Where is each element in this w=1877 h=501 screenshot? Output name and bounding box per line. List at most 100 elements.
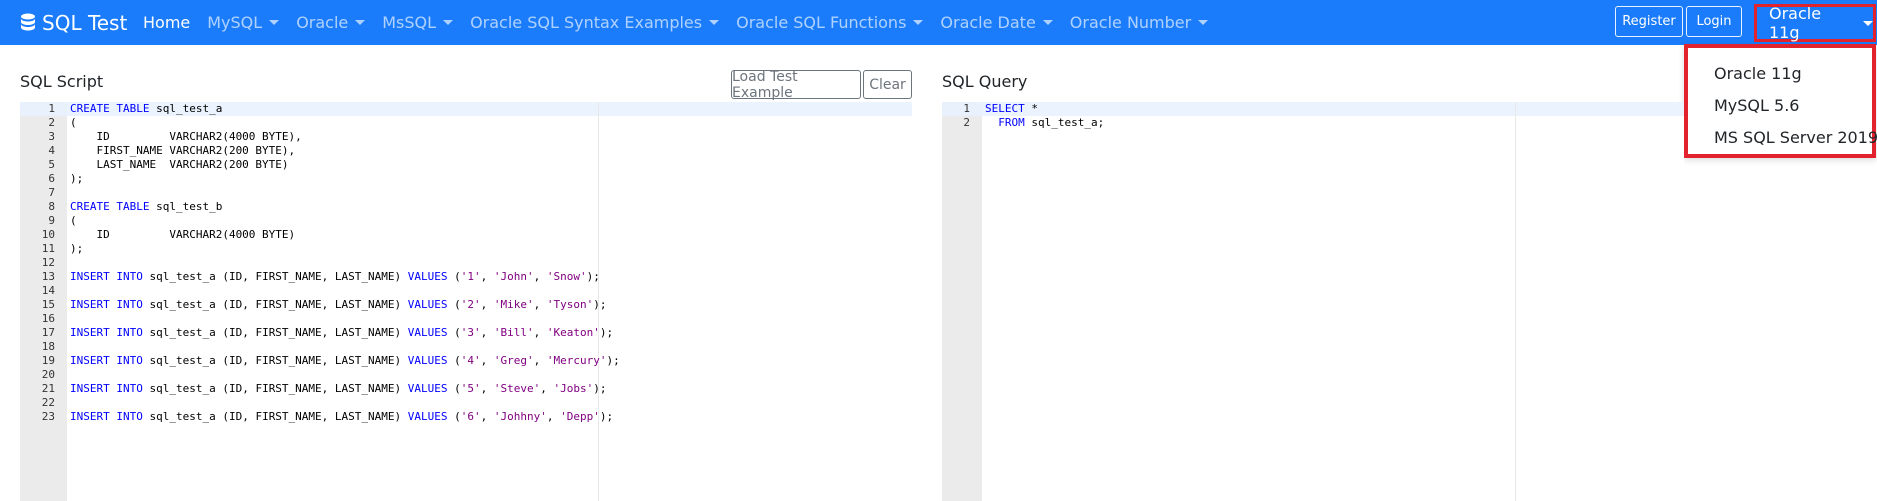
nav-oracle-menu[interactable]: Oracle [296, 13, 366, 32]
nav-oracle-functions-menu[interactable]: Oracle SQL Functions [736, 13, 924, 32]
code-line: 18 [20, 340, 912, 354]
clear-button[interactable]: Clear [863, 70, 912, 99]
line-number: 10 [41, 228, 55, 241]
code-text: INSERT INTO sql_test_a (ID, FIRST_NAME, … [70, 410, 614, 423]
code-text: ); [70, 242, 84, 255]
line-number: 17 [41, 326, 55, 339]
sql-query-editor[interactable]: 1 SELECT * 2 FROM sql_test_a; [942, 102, 1684, 501]
line-number: 20 [41, 368, 55, 381]
caret-down-icon [1042, 20, 1053, 25]
line-number: 8 [48, 200, 55, 213]
code-text: CREATE TABLE sql_test_a [70, 102, 223, 115]
database-dropdown-menu: Oracle 11g MySQL 5.6 MS SQL Server 2019 [1684, 44, 1877, 158]
caret-down-icon [443, 20, 454, 25]
caret-down-icon [355, 20, 366, 25]
line-number: 13 [41, 270, 55, 283]
line-number: 7 [48, 186, 55, 199]
line-number: 3 [48, 130, 55, 143]
code-line: 8 CREATE TABLE sql_test_b [20, 200, 912, 214]
line-number: 23 [41, 410, 55, 423]
code-line: 11); [20, 242, 912, 256]
code-line: 23 INSERT INTO sql_test_a (ID, FIRST_NAME… [20, 410, 912, 424]
line-number: 14 [41, 284, 55, 297]
line-number: 12 [41, 256, 55, 269]
code-text: LAST_NAME VARCHAR2(200 BYTE) [70, 158, 289, 171]
code-text: FROM sql_test_a; [998, 116, 1105, 129]
caret-down-icon [1198, 20, 1209, 25]
db-option-oracle-11g[interactable]: Oracle 11g [1714, 64, 1802, 83]
login-button[interactable]: Login [1686, 6, 1742, 37]
code-text: SELECT * [985, 102, 1038, 115]
code-text: INSERT INTO sql_test_a (ID, FIRST_NAME, … [70, 326, 614, 339]
code-text: ID VARCHAR2(4000 BYTE) [70, 228, 296, 241]
line-number: 1 [963, 102, 970, 115]
register-button[interactable]: Register [1615, 6, 1683, 37]
caret-down-icon [269, 20, 280, 25]
code-text: INSERT INTO sql_test_a (ID, FIRST_NAME, … [70, 298, 607, 311]
code-line: 2 FROM sql_test_a; [942, 116, 1684, 130]
line-number: 4 [48, 144, 55, 157]
nav-oracle-number-menu[interactable]: Oracle Number [1070, 13, 1209, 32]
line-number: 2 [963, 116, 970, 129]
print-margin [1515, 102, 1516, 501]
nav-home[interactable]: Home [143, 13, 190, 32]
caret-down-icon [1863, 20, 1873, 26]
code-text: FIRST_NAME VARCHAR2(200 BYTE), [70, 144, 296, 157]
nav-mysql-menu[interactable]: MySQL [207, 13, 280, 32]
code-line: 13 INSERT INTO sql_test_a (ID, FIRST_NAME… [20, 270, 912, 284]
code-line: 20 [20, 368, 912, 382]
code-line: 4 FIRST_NAME VARCHAR2(200 BYTE), [20, 144, 912, 158]
code-line: 16 [20, 312, 912, 326]
database-selector-label: Oracle 11g [1769, 4, 1822, 42]
line-number: 9 [48, 214, 55, 227]
nav-mssql-menu[interactable]: MsSQL [382, 13, 454, 32]
code-line: 22 [20, 396, 912, 410]
code-line: 10 ID VARCHAR2(4000 BYTE) [20, 228, 912, 242]
line-number: 16 [41, 312, 55, 325]
sql-script-editor[interactable]: 1 CREATE TABLE sql_test_a 2(3 ID VARCHAR2(… [20, 102, 912, 501]
brand-label: SQL Test [42, 10, 128, 35]
code-line: 17 INSERT INTO sql_test_a (ID, FIRST_NAME… [20, 326, 912, 340]
code-line: 15 INSERT INTO sql_test_a (ID, FIRST_NAME… [20, 298, 912, 312]
line-number-gutter [942, 102, 982, 501]
code-text: ( [70, 214, 77, 227]
code-line: 12 [20, 256, 912, 270]
code-line: 21 INSERT INTO sql_test_a (ID, FIRST_NAME… [20, 382, 912, 396]
code-text: INSERT INTO sql_test_a (ID, FIRST_NAME, … [70, 270, 600, 283]
code-line: 1 SELECT * [942, 102, 1684, 116]
load-test-example-button[interactable]: Load Test Example [731, 69, 861, 101]
code-line: 19 INSERT INTO sql_test_a (ID, FIRST_NAME… [20, 354, 912, 368]
code-text: ); [70, 172, 84, 185]
sql-query-title: SQL Query [942, 72, 1028, 91]
code-line: 3 ID VARCHAR2(4000 BYTE), [20, 130, 912, 144]
code-line: 6); [20, 172, 912, 186]
nav-links: Home MySQL Oracle MsSQL Oracle SQL Synta… [143, 0, 1209, 45]
line-number: 18 [41, 340, 55, 353]
line-number: 6 [48, 172, 55, 185]
code-line: 1 CREATE TABLE sql_test_a [20, 102, 912, 116]
code-text: ID VARCHAR2(4000 BYTE), [70, 130, 302, 143]
line-number: 15 [41, 298, 55, 311]
line-number: 21 [41, 382, 55, 395]
line-number: 5 [48, 158, 55, 171]
caret-down-icon [913, 20, 924, 25]
line-number: 19 [41, 354, 55, 367]
sql-script-title: SQL Script [20, 72, 104, 91]
db-option-mysql-5-6[interactable]: MySQL 5.6 [1714, 96, 1799, 115]
code-line: 14 [20, 284, 912, 298]
nav-oracle-date-menu[interactable]: Oracle Date [940, 13, 1053, 32]
nav-oracle-syntax-menu[interactable]: Oracle SQL Syntax Examples [470, 13, 720, 32]
code-text: ( [70, 116, 77, 129]
caret-down-icon [709, 20, 720, 25]
line-number: 1 [48, 102, 55, 115]
code-line: 9( [20, 214, 912, 228]
code-text: INSERT INTO sql_test_a (ID, FIRST_NAME, … [70, 382, 607, 395]
line-number: 11 [41, 242, 55, 255]
code-line: 7 [20, 186, 912, 200]
top-navbar: SQL Test Home MySQL Oracle MsSQL Oracle … [0, 0, 1877, 45]
brand[interactable]: SQL Test [20, 0, 127, 45]
line-number: 22 [41, 396, 55, 409]
database-selector[interactable]: Oracle 11g [1754, 4, 1876, 42]
db-option-mssql-2019[interactable]: MS SQL Server 2019 [1714, 128, 1877, 147]
code-line: 5 LAST_NAME VARCHAR2(200 BYTE) [20, 158, 912, 172]
